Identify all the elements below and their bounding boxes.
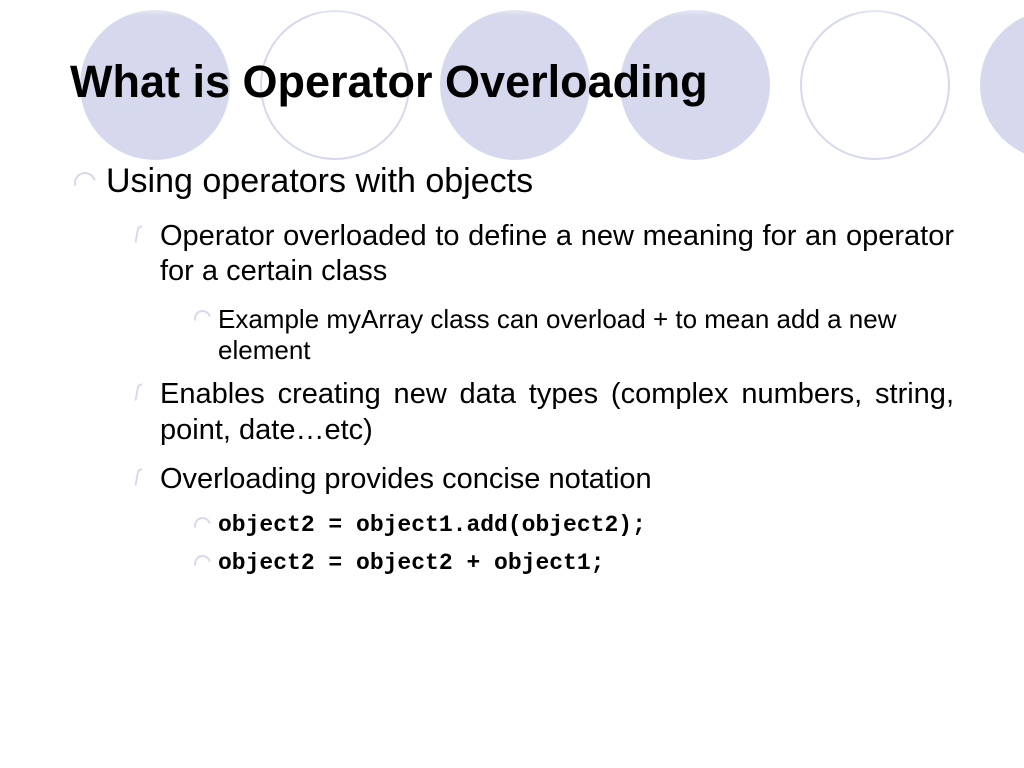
bullet-level3-code: object2 = object1.add(object2); — [194, 511, 954, 539]
bullet-level2-group: Operator overloaded to define a new mean… — [70, 219, 954, 577]
slide-content: What is Operator Overloading Using opera… — [0, 0, 1024, 577]
bullet-level2: Operator overloaded to define a new mean… — [134, 219, 954, 290]
bullet-level2: Overloading provides concise notation — [134, 462, 954, 497]
bullet-level3-group: object2 = object1.add(object2); object2 … — [134, 511, 954, 577]
bullet-level1: Using operators with objects — [70, 162, 954, 201]
bullet-level3: Example myArray class can overload + to … — [194, 304, 954, 367]
bullet-level2: Enables creating new data types (complex… — [134, 377, 954, 448]
slide-title: What is Operator Overloading — [70, 56, 954, 108]
bullet-level3-group: Example myArray class can overload + to … — [134, 304, 954, 367]
bullet-level3-code: object2 = object2 + object1; — [194, 549, 954, 577]
